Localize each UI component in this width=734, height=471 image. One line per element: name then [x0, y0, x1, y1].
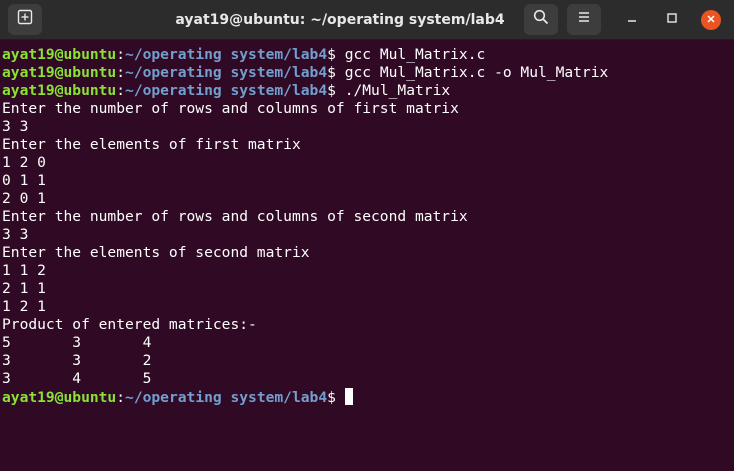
output-line: 1 2 1 [2, 298, 46, 315]
prompt-colon: : [116, 64, 126, 81]
close-button[interactable] [701, 10, 721, 30]
output-line: Enter the number of rows and columns of … [2, 100, 459, 117]
output-line: 3 4 5 [2, 370, 152, 387]
command-text: gcc Mul_Matrix.c -o Mul_Matrix [344, 64, 609, 81]
output-line: Enter the elements of second matrix [2, 244, 310, 261]
prompt-colon: : [116, 46, 126, 63]
prompt-user: ayat19@ubuntu [2, 82, 117, 99]
output-line: 2 1 1 [2, 280, 46, 297]
search-icon [533, 9, 549, 30]
prompt-path: ~/operating system/lab4 [125, 64, 328, 81]
output-line: 3 3 [2, 118, 29, 135]
command-text: ./Mul_Matrix [344, 82, 451, 99]
command-text: gcc Mul_Matrix.c [344, 46, 486, 63]
prompt-symbol: $ [327, 389, 345, 406]
output-line: 5 3 4 [2, 334, 152, 351]
output-line: 3 3 2 [2, 352, 152, 369]
prompt-line: ayat19@ubuntu:~/operating system/lab4$ g… [2, 64, 734, 82]
minimize-button[interactable] [622, 10, 642, 30]
prompt-user: ayat19@ubuntu [2, 46, 117, 63]
prompt-line: ayat19@ubuntu:~/operating system/lab4$ [2, 388, 734, 406]
prompt-user: ayat19@ubuntu [2, 64, 117, 81]
output-line: Product of entered matrices:- [2, 316, 257, 333]
prompt-line: ayat19@ubuntu:~/operating system/lab4$ g… [2, 46, 734, 64]
prompt-symbol: $ [327, 46, 345, 63]
close-icon [706, 11, 716, 29]
window-title: ayat19@ubuntu: ~/operating system/lab4 [175, 12, 505, 28]
prompt-line: ayat19@ubuntu:~/operating system/lab4$ .… [2, 82, 734, 100]
prompt-path: ~/operating system/lab4 [125, 46, 328, 63]
output-line: 0 1 1 [2, 172, 46, 189]
new-tab-icon [17, 9, 33, 30]
prompt-user: ayat19@ubuntu [2, 389, 117, 406]
output-line: Enter the number of rows and columns of … [2, 208, 468, 225]
menu-button[interactable] [567, 4, 601, 35]
maximize-button[interactable] [662, 10, 682, 30]
prompt-symbol: $ [327, 82, 345, 99]
output-line: 2 0 1 [2, 190, 46, 207]
output-line: 1 1 2 [2, 262, 46, 279]
output-line: Enter the elements of first matrix [2, 136, 301, 153]
text-cursor [344, 388, 353, 405]
hamburger-menu-icon [577, 10, 591, 29]
terminal-window: ayat19@ubuntu: ~/operating system/lab4 a… [0, 0, 734, 471]
output-line: 1 2 0 [2, 154, 46, 171]
prompt-colon: : [116, 82, 126, 99]
title-bar: ayat19@ubuntu: ~/operating system/lab4 [0, 0, 734, 40]
prompt-colon: : [116, 389, 126, 406]
search-button[interactable] [524, 4, 558, 35]
minimize-icon [626, 11, 638, 29]
new-tab-button[interactable] [8, 4, 42, 35]
prompt-path: ~/operating system/lab4 [125, 389, 328, 406]
terminal-output[interactable]: ayat19@ubuntu:~/operating system/lab4$ g… [2, 46, 734, 471]
prompt-symbol: $ [327, 64, 345, 81]
maximize-icon [666, 11, 678, 29]
prompt-path: ~/operating system/lab4 [125, 82, 328, 99]
output-line: 3 3 [2, 226, 29, 243]
